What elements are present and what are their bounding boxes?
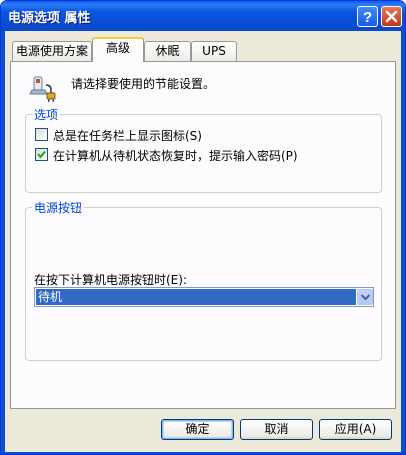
chevron-down-icon (360, 294, 371, 301)
intro-text: 请选择要使用的节能设置。 (71, 77, 216, 91)
power-options-window: 电源选项 属性 ? 电源使用方案 高级 休眠 UPS 请选择要使用的节能设置。 … (0, 0, 406, 455)
tab-power-schemes[interactable]: 电源使用方案 (12, 41, 92, 61)
options-group-legend: 选项 (32, 106, 61, 123)
dropdown-selected-value[interactable]: 待机 (36, 289, 356, 305)
tab-label: 高级 (105, 41, 130, 55)
cancel-button[interactable]: 取消 (240, 419, 313, 440)
tab-label: UPS (202, 44, 226, 58)
show-tray-icon-checkbox[interactable] (35, 128, 48, 141)
checkmark-icon (37, 150, 46, 159)
close-icon (385, 10, 398, 23)
prompt-password-label[interactable]: 在计算机从待机状态恢复时，提示输入密码(P) (53, 147, 298, 164)
svg-text:?: ? (363, 9, 372, 26)
tab-label: 电源使用方案 (15, 44, 88, 58)
power-buttons-group: 电源按钮 在按下计算机电源按钮时(E): 待机 (25, 199, 382, 361)
ok-button[interactable]: 确定 (161, 419, 234, 440)
advanced-tab-panel: 请选择要使用的节能设置。 选项 总是在任务栏上显示图标(S) 在计算机从待机状态… (10, 61, 396, 409)
power-button-action-label: 在按下计算机电源按钮时(E): (34, 273, 187, 287)
close-button[interactable] (381, 6, 402, 27)
tab-hibernate[interactable]: 休眠 (144, 41, 191, 61)
tab-advanced[interactable]: 高级 (92, 37, 144, 62)
tab-ups[interactable]: UPS (191, 41, 237, 61)
power-button-action-dropdown[interactable]: 待机 (34, 287, 374, 307)
help-button[interactable]: ? (357, 6, 378, 27)
apply-button[interactable]: 应用(A) (319, 419, 392, 440)
show-tray-icon-label[interactable]: 总是在任务栏上显示图标(S) (53, 127, 202, 144)
tab-label: 休眠 (155, 44, 180, 58)
window-frame-right (401, 31, 405, 454)
options-group: 选项 总是在任务栏上显示图标(S) 在计算机从待机状态恢复时，提示输入密码(P) (25, 106, 382, 193)
help-icon: ? (363, 9, 372, 26)
prompt-password-checkbox[interactable] (35, 148, 48, 161)
window-frame-left (1, 31, 5, 454)
window-title: 电源选项 属性 (8, 11, 91, 26)
dropdown-arrow-button[interactable] (357, 289, 373, 305)
title-bar[interactable]: 电源选项 属性 ? (1, 1, 405, 31)
power-options-icon (29, 74, 57, 105)
power-buttons-group-legend: 电源按钮 (32, 199, 85, 216)
